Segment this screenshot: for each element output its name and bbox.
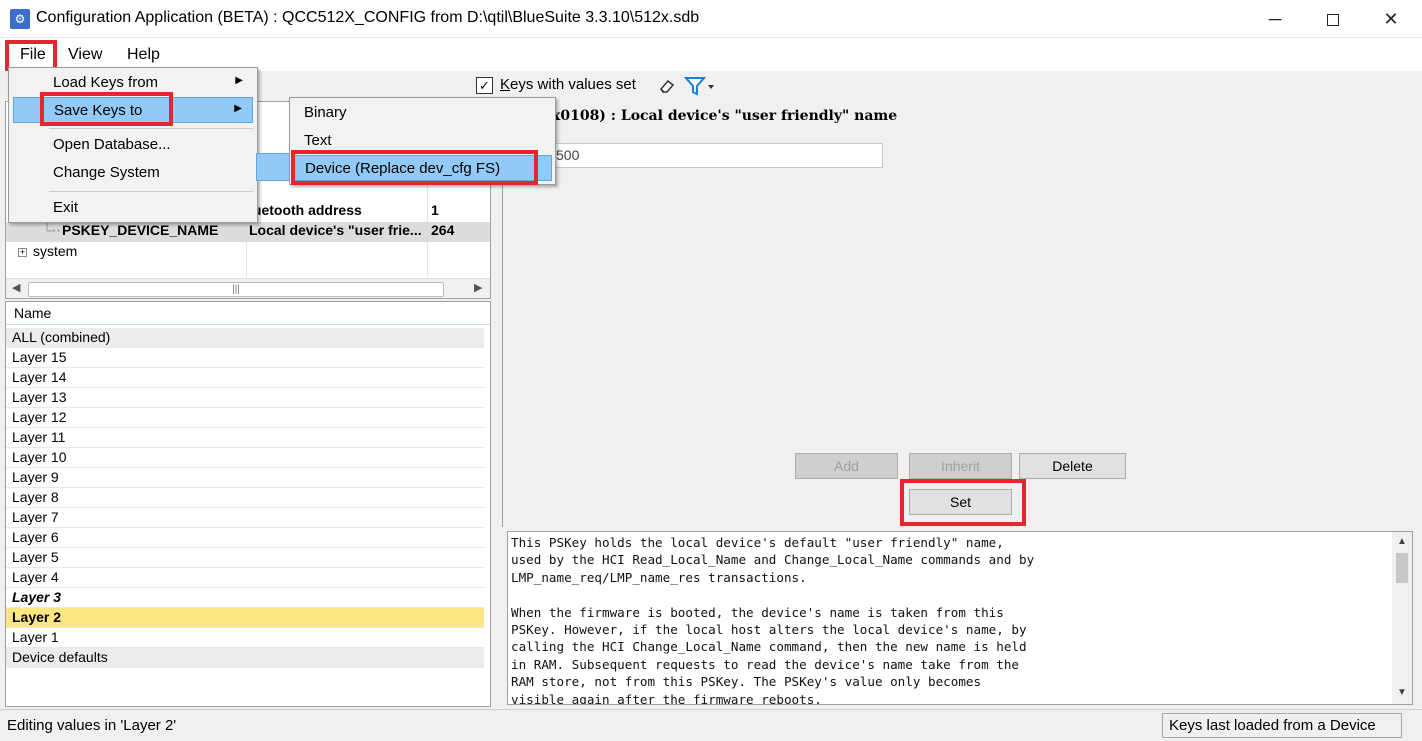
title-bar: ⚙ Configuration Application (BETA) : QCC… (0, 0, 1422, 38)
tree-system-label: system (33, 243, 78, 259)
menu-item-label: Load Keys from (53, 74, 159, 91)
submenu-arrow-icon: ▶ (234, 103, 242, 114)
close-button[interactable]: ✕ (1362, 0, 1420, 38)
status-bar: Editing values in 'Layer 2' Keys last lo… (0, 709, 1422, 741)
expand-icon[interactable]: + (18, 247, 27, 257)
vertical-scrollbar[interactable]: ▲ ▼ (1392, 532, 1412, 704)
menu-item-change-system[interactable]: Change System (13, 160, 253, 186)
layer-row[interactable]: Layer 15 (6, 348, 484, 368)
status-keys-loaded: Keys last loaded from a Device (1162, 713, 1402, 738)
eraser-icon[interactable] (658, 77, 676, 95)
filter-icon[interactable] (683, 75, 716, 97)
keys-with-values-checkbox[interactable]: ✓ (476, 77, 493, 94)
layer-row[interactable]: Layer 11 (6, 428, 484, 448)
layer-row[interactable]: Layer 13 (6, 388, 484, 408)
highlight-save-keys (40, 92, 173, 126)
key-title: x0108) : Local device's "user friendly" … (552, 108, 898, 124)
scroll-left-icon[interactable]: ◀ (12, 281, 20, 294)
window-title: Configuration Application (BETA) : QCC51… (36, 9, 700, 26)
layer-row[interactable]: Layer 8 (6, 488, 484, 508)
submenu-item-binary[interactable]: Binary (292, 100, 552, 126)
keys-with-values-label[interactable]: Keys with values set (500, 76, 636, 93)
highlight-device-option (291, 150, 538, 185)
description-box[interactable]: This PSKey holds the local device's defa… (507, 531, 1413, 705)
tree-row-pskey-device-name[interactable]: └·· PSKEY_DEVICE_NAME Local device's "us… (6, 222, 490, 242)
menu-item-exit[interactable]: Exit (13, 195, 253, 221)
description-text: This PSKey holds the local device's defa… (511, 535, 1035, 705)
layer-row[interactable]: Layer 3 (6, 588, 484, 608)
highlight-set-button (900, 479, 1026, 526)
layer-row[interactable]: Layer 4 (6, 568, 484, 588)
layer-column-header[interactable]: Name (6, 302, 490, 325)
layer-list-panel: Name ALL (combined) Layer 15 Layer 14 Layer… (5, 301, 491, 707)
submenu-arrow-icon: ▶ (235, 75, 243, 86)
scroll-right-icon[interactable]: ▶ (474, 281, 482, 294)
tree-row-system[interactable]: + system (6, 243, 490, 263)
layer-row[interactable]: Layer 9 (6, 468, 484, 488)
menu-help[interactable]: Help (127, 46, 160, 64)
tree-cell-description: luetooth address (249, 202, 362, 218)
layer-row[interactable]: ALL (combined) (6, 328, 484, 348)
scroll-up-icon[interactable]: ▲ (1397, 536, 1407, 547)
app-icon: ⚙ (10, 9, 30, 29)
horizontal-scrollbar[interactable]: ◀ ||| ▶ (6, 278, 490, 298)
menu-item-open-database[interactable]: Open Database... (13, 132, 253, 158)
tree-system-node: + system (18, 243, 77, 259)
menu-separator (49, 191, 253, 192)
minimize-icon: ─ (1268, 9, 1282, 29)
tree-cell-id: 1 (431, 202, 439, 218)
close-icon: ✕ (1383, 9, 1399, 29)
maximize-icon (1327, 14, 1339, 27)
layer-row[interactable]: Layer 7 (6, 508, 484, 528)
maximize-button[interactable] (1304, 0, 1362, 38)
menu-view[interactable]: View (68, 46, 102, 64)
tree-connector: └·· (42, 222, 62, 238)
layer-row[interactable]: Device defaults (6, 648, 484, 668)
layer-row[interactable]: Layer 6 (6, 528, 484, 548)
keys-with-values-accelerator: K (500, 76, 511, 93)
tree-cell-id: 264 (431, 222, 455, 238)
key-value-field[interactable]: 500 (550, 143, 883, 168)
keys-with-values-text: eys with values set (510, 76, 636, 93)
layer-row[interactable]: Layer 12 (6, 408, 484, 428)
layer-row[interactable]: Layer 1 (6, 628, 484, 648)
layer-row[interactable]: Layer 2 (6, 608, 484, 628)
inherit-button[interactable]: Inherit (909, 453, 1012, 479)
minimize-button[interactable]: ─ (1246, 0, 1304, 38)
scroll-down-icon[interactable]: ▼ (1397, 687, 1407, 698)
tree-selection-fragment (256, 153, 292, 181)
layer-row[interactable]: Layer 10 (6, 448, 484, 468)
menu-separator (49, 128, 253, 129)
layer-row[interactable]: Layer 14 (6, 368, 484, 388)
delete-button[interactable]: Delete (1019, 453, 1126, 479)
layer-row[interactable]: Layer 5 (6, 548, 484, 568)
add-button[interactable]: Add (795, 453, 898, 479)
scroll-thumb[interactable] (1396, 553, 1408, 583)
scroll-thumb[interactable]: ||| (28, 282, 444, 297)
tree-cell-description: Local device's "user frie... (249, 222, 422, 238)
tree-cell-name: PSKEY_DEVICE_NAME (62, 222, 219, 238)
file-dropdown-menu: Load Keys from ▶ Save Keys to ▶ Open Datab… (8, 67, 258, 223)
status-editing: Editing values in 'Layer 2' (7, 717, 177, 734)
